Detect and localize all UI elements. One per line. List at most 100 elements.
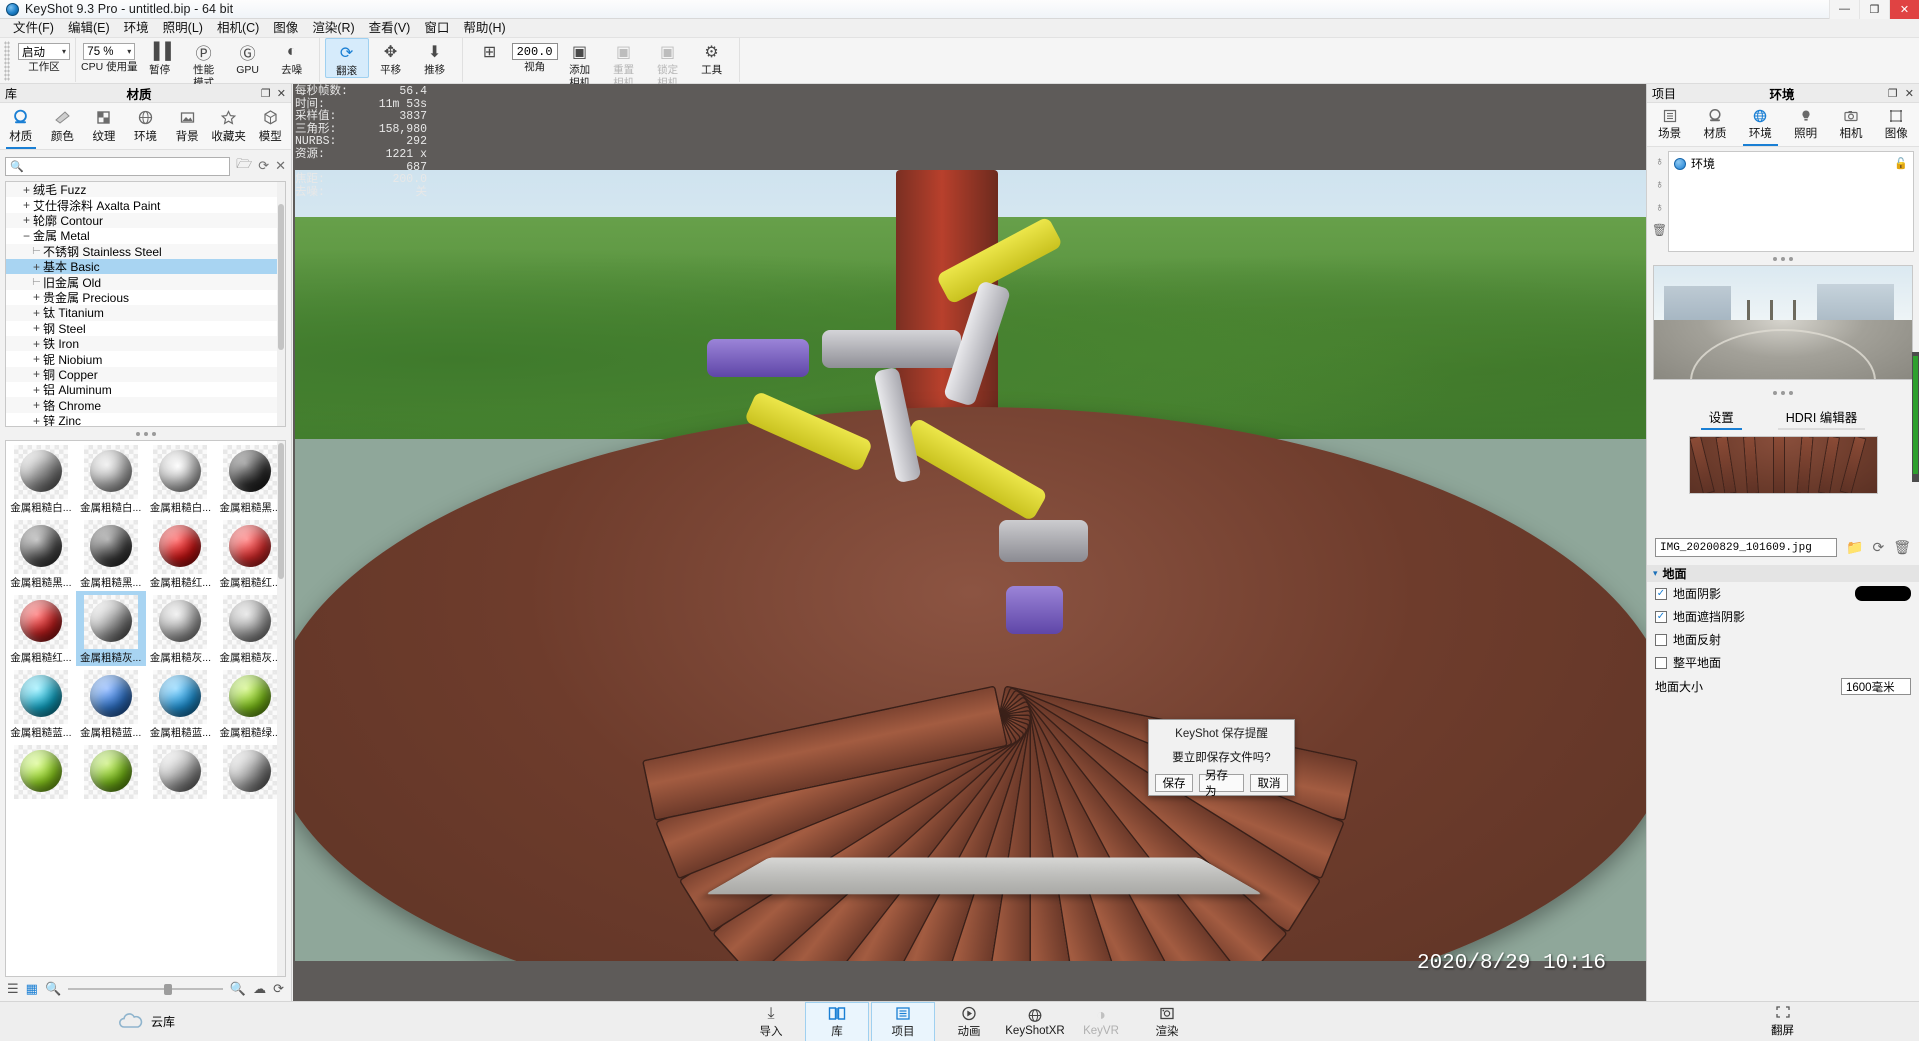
material-item[interactable]: 金属粗糙红...	[6, 591, 76, 666]
tree-node[interactable]: − 金属 Metal	[6, 228, 285, 244]
tree-node[interactable]: + 铜 Copper	[6, 366, 285, 383]
tree-node[interactable]: ⊢ 旧金属 Old	[6, 274, 285, 290]
refresh-icon[interactable]: ⟳	[273, 981, 284, 997]
tree-node[interactable]: + 艾仕得涂料 Axalta Paint	[6, 197, 285, 213]
ground-reflection-row[interactable]: 地面反射	[1647, 628, 1919, 651]
material-item-selected[interactable]: 金属粗糙灰...	[75, 591, 146, 666]
tab-environment[interactable]: 环境	[1738, 103, 1783, 146]
open-folder-icon[interactable]: 📁	[1846, 539, 1863, 556]
tree-node[interactable]: + 铌 Niobium	[6, 351, 285, 367]
search-input[interactable]	[26, 159, 226, 173]
close-icon[interactable]: ✕	[1905, 87, 1914, 100]
slider-knob[interactable]	[164, 983, 173, 995]
flatten-ground-row[interactable]: 整平地面	[1647, 651, 1919, 674]
material-item[interactable]: 金属粗糙黑...	[6, 516, 76, 591]
menu-view[interactable]: 查看(V)	[362, 19, 418, 38]
tab-settings[interactable]: 设置	[1700, 407, 1742, 430]
ground-shadow-checkbox[interactable]: ✓	[1655, 587, 1667, 600]
material-category-tree[interactable]: + 绒毛 Fuzz + 艾仕得涂料 Axalta Paint + 轮廓 Contour…	[5, 181, 286, 427]
bottom-keyshotxr-button[interactable]: KeyShotXR	[1003, 1002, 1067, 1041]
tree-node[interactable]: + 铝 Aluminum	[6, 382, 285, 398]
cancel-button[interactable]: 取消	[1250, 774, 1288, 792]
bottom-animation-button[interactable]: 动画	[937, 1002, 1001, 1041]
tab-environments[interactable]: 环境	[125, 103, 167, 149]
performance-mode-button[interactable]: Ⓟ 性能 模式	[182, 38, 226, 88]
lock-camera-button[interactable]: ▣ 锁定 相机	[646, 38, 690, 88]
material-item[interactable]	[215, 741, 285, 801]
ground-occlusion-checkbox[interactable]: ✓	[1655, 610, 1667, 623]
environment-globe-icon[interactable]: ♁	[1655, 154, 1664, 168]
bottom-render-button[interactable]: 渲染	[1135, 1002, 1199, 1041]
material-item[interactable]: 金属粗糙白...	[76, 441, 146, 516]
list-item[interactable]: 环境 🔓	[1669, 152, 1913, 175]
workspace-combo[interactable]: 启动 ▾	[18, 43, 70, 60]
menu-edit[interactable]: 编辑(E)	[61, 19, 117, 38]
close-icon[interactable]: ✕	[277, 87, 286, 100]
save-button[interactable]: 保存	[1155, 774, 1193, 792]
refresh-icon[interactable]: ⟳	[1872, 539, 1884, 556]
tree-expander[interactable]: +	[30, 352, 43, 366]
material-item[interactable]: 金属粗糙绿...	[215, 666, 285, 741]
material-item[interactable]: 金属粗糙灰...	[215, 591, 285, 666]
tab-favorites[interactable]: 收藏夹	[208, 103, 250, 149]
tree-expander[interactable]: +	[30, 260, 43, 274]
tree-node[interactable]: ⊢ 不锈钢 Stainless Steel	[6, 243, 285, 259]
tumble-button[interactable]: ⟳ 翻滚	[324, 38, 369, 78]
tree-expander[interactable]: +	[30, 290, 43, 304]
tab-hdri-editor[interactable]: HDRI 编辑器	[1777, 407, 1866, 430]
ground-shadow-row[interactable]: ✓ 地面阴影	[1647, 582, 1919, 605]
menu-image[interactable]: 图像	[266, 19, 305, 38]
ground-reflection-checkbox[interactable]	[1655, 633, 1667, 646]
tools-button[interactable]: ⚙ 工具	[690, 38, 734, 76]
minimize-button[interactable]: —	[1829, 0, 1859, 19]
tree-expander[interactable]: +	[20, 213, 33, 227]
material-item[interactable]: 金属粗糙灰...	[146, 591, 216, 666]
tab-image[interactable]: 图像	[1874, 103, 1919, 146]
lock-icon[interactable]: 🔓	[1894, 157, 1908, 170]
tree-expander[interactable]: +	[20, 198, 33, 212]
duplicate-environment-icon[interactable]: ♁	[1655, 200, 1664, 214]
tree-expander[interactable]: −	[20, 229, 33, 243]
tree-node[interactable]: + 锌 Zinc	[6, 413, 285, 426]
material-item[interactable]	[6, 741, 76, 801]
menu-camera[interactable]: 相机(C)	[210, 19, 266, 38]
gpu-button[interactable]: Ⓖ GPU	[226, 38, 270, 76]
trash-icon[interactable]: 🗑	[1893, 539, 1911, 556]
ground-section-header[interactable]: ▾ 地面	[1647, 565, 1919, 582]
tree-expander[interactable]: +	[30, 321, 43, 335]
render-viewport[interactable]: 每秒帧数: 56.4 时间: 11m 53s 采样值: 3837 三角形: 158,98…	[293, 84, 1646, 1001]
denoise-button[interactable]: ◐ 去噪	[270, 38, 314, 76]
tree-expander[interactable]: +	[20, 183, 33, 197]
tab-textures[interactable]: 纹理	[83, 103, 125, 149]
thumbnail-size-slider[interactable]	[68, 982, 223, 996]
tree-node[interactable]: + 铁 Iron	[6, 335, 285, 352]
tree-node[interactable]: + 铬 Chrome	[6, 397, 285, 413]
add-camera-button[interactable]: ▣ 添加 相机	[558, 38, 602, 88]
hdri-preview[interactable]	[1653, 265, 1913, 380]
menu-lighting[interactable]: 照明(L)	[156, 19, 210, 38]
search-box[interactable]: 🔍	[5, 156, 231, 176]
pause-button[interactable]: ▐▐ 暂停	[138, 38, 182, 76]
tree-expander[interactable]: +	[30, 383, 43, 397]
material-item[interactable]	[146, 741, 216, 801]
fullscreen-button[interactable]: 翻屏	[1646, 1005, 1919, 1038]
ground-shadow-color-swatch[interactable]	[1855, 586, 1911, 601]
bottom-library-button[interactable]: 库	[805, 1001, 869, 1041]
tab-lighting[interactable]: 照明	[1783, 103, 1828, 146]
material-item[interactable]: 金属粗糙红...	[146, 516, 216, 591]
material-item[interactable]	[76, 741, 146, 801]
tree-expander[interactable]: +	[30, 367, 43, 381]
add-environment-icon[interactable]: ♁	[1655, 177, 1664, 191]
tab-material[interactable]: 材质	[1692, 103, 1737, 146]
material-grid-scrollbar[interactable]	[277, 441, 285, 976]
pan-button[interactable]: ✥ 平移	[369, 38, 413, 76]
cpu-usage-combo[interactable]: 75 % ▾	[83, 43, 136, 60]
settings-splitter-handle[interactable]	[1647, 386, 1919, 399]
save-as-button[interactable]: 另存为	[1199, 770, 1244, 798]
tree-node[interactable]: + 钢 Steel	[6, 321, 285, 336]
fov-icon-cell[interactable]: ⊞	[468, 38, 512, 63]
bottom-project-button[interactable]: 项目	[871, 1001, 935, 1041]
bottom-keyvr-button[interactable]: ◑ KeyVR	[1069, 1002, 1133, 1041]
material-item[interactable]: 金属粗糙黑...	[215, 441, 285, 516]
list-view-icon[interactable]: ☰	[7, 981, 19, 997]
